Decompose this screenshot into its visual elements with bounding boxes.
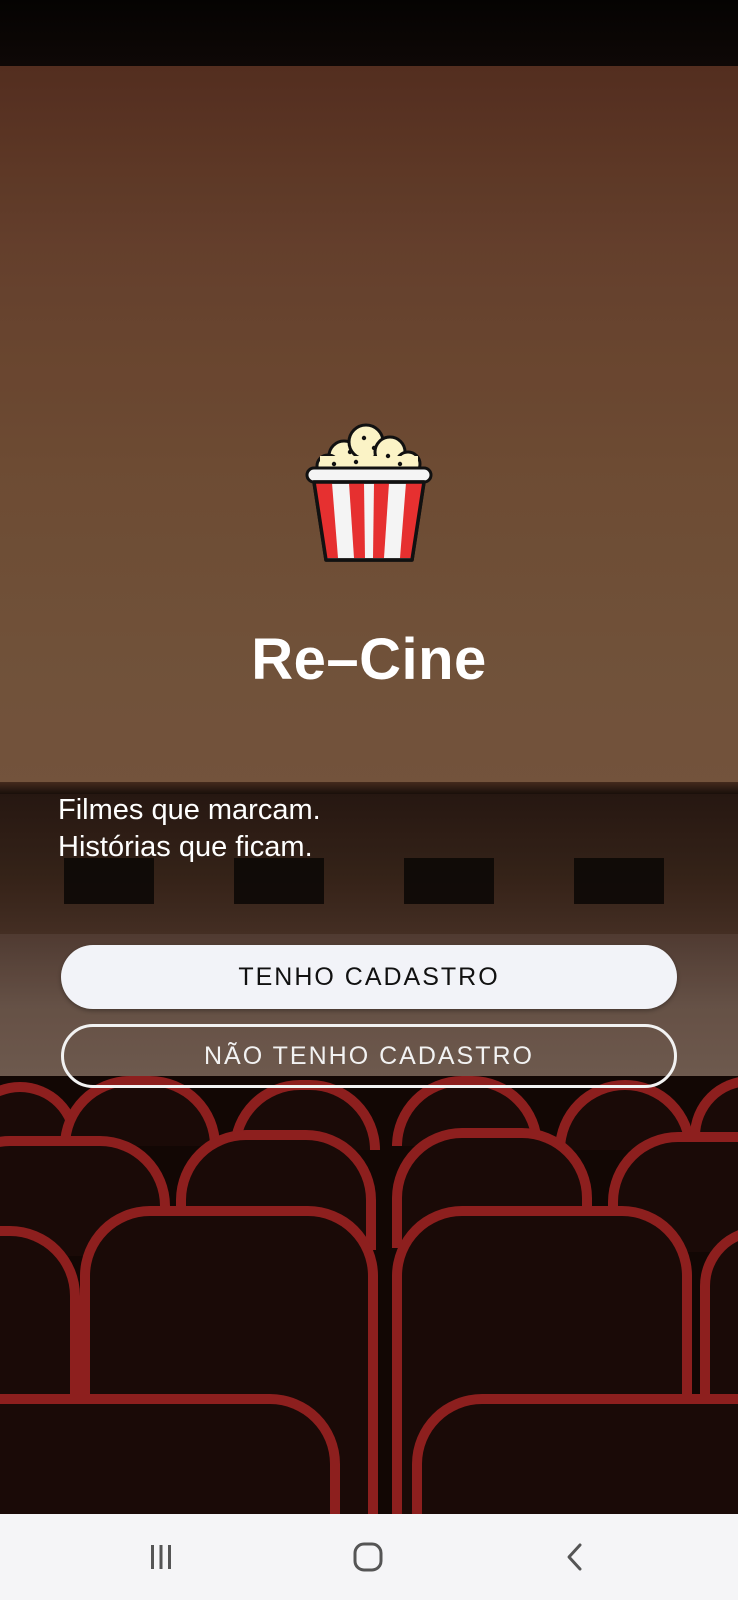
tagline-line-2: Histórias que ficam. <box>58 831 313 863</box>
login-button[interactable]: TENHO CADASTRO <box>61 945 677 1009</box>
tagline-line-1: Filmes que marcam. <box>58 794 321 826</box>
theater-background-image <box>0 66 738 1514</box>
status-bar <box>0 0 738 66</box>
background-dim-overlay <box>0 66 738 1514</box>
back-icon[interactable] <box>545 1532 605 1582</box>
popcorn-icon <box>304 418 434 566</box>
system-navigation-bar <box>0 1514 738 1600</box>
tagline: Filmes que marcam. Histórias que ficam. <box>58 792 321 866</box>
app-title: Re–Cine <box>251 627 487 692</box>
recents-icon[interactable] <box>131 1532 191 1582</box>
home-icon[interactable] <box>338 1532 398 1582</box>
signup-button[interactable]: NÃO TENHO CADASTRO <box>61 1024 677 1088</box>
welcome-screen: Re–Cine Filmes que marcam. Histórias que… <box>0 0 738 1600</box>
